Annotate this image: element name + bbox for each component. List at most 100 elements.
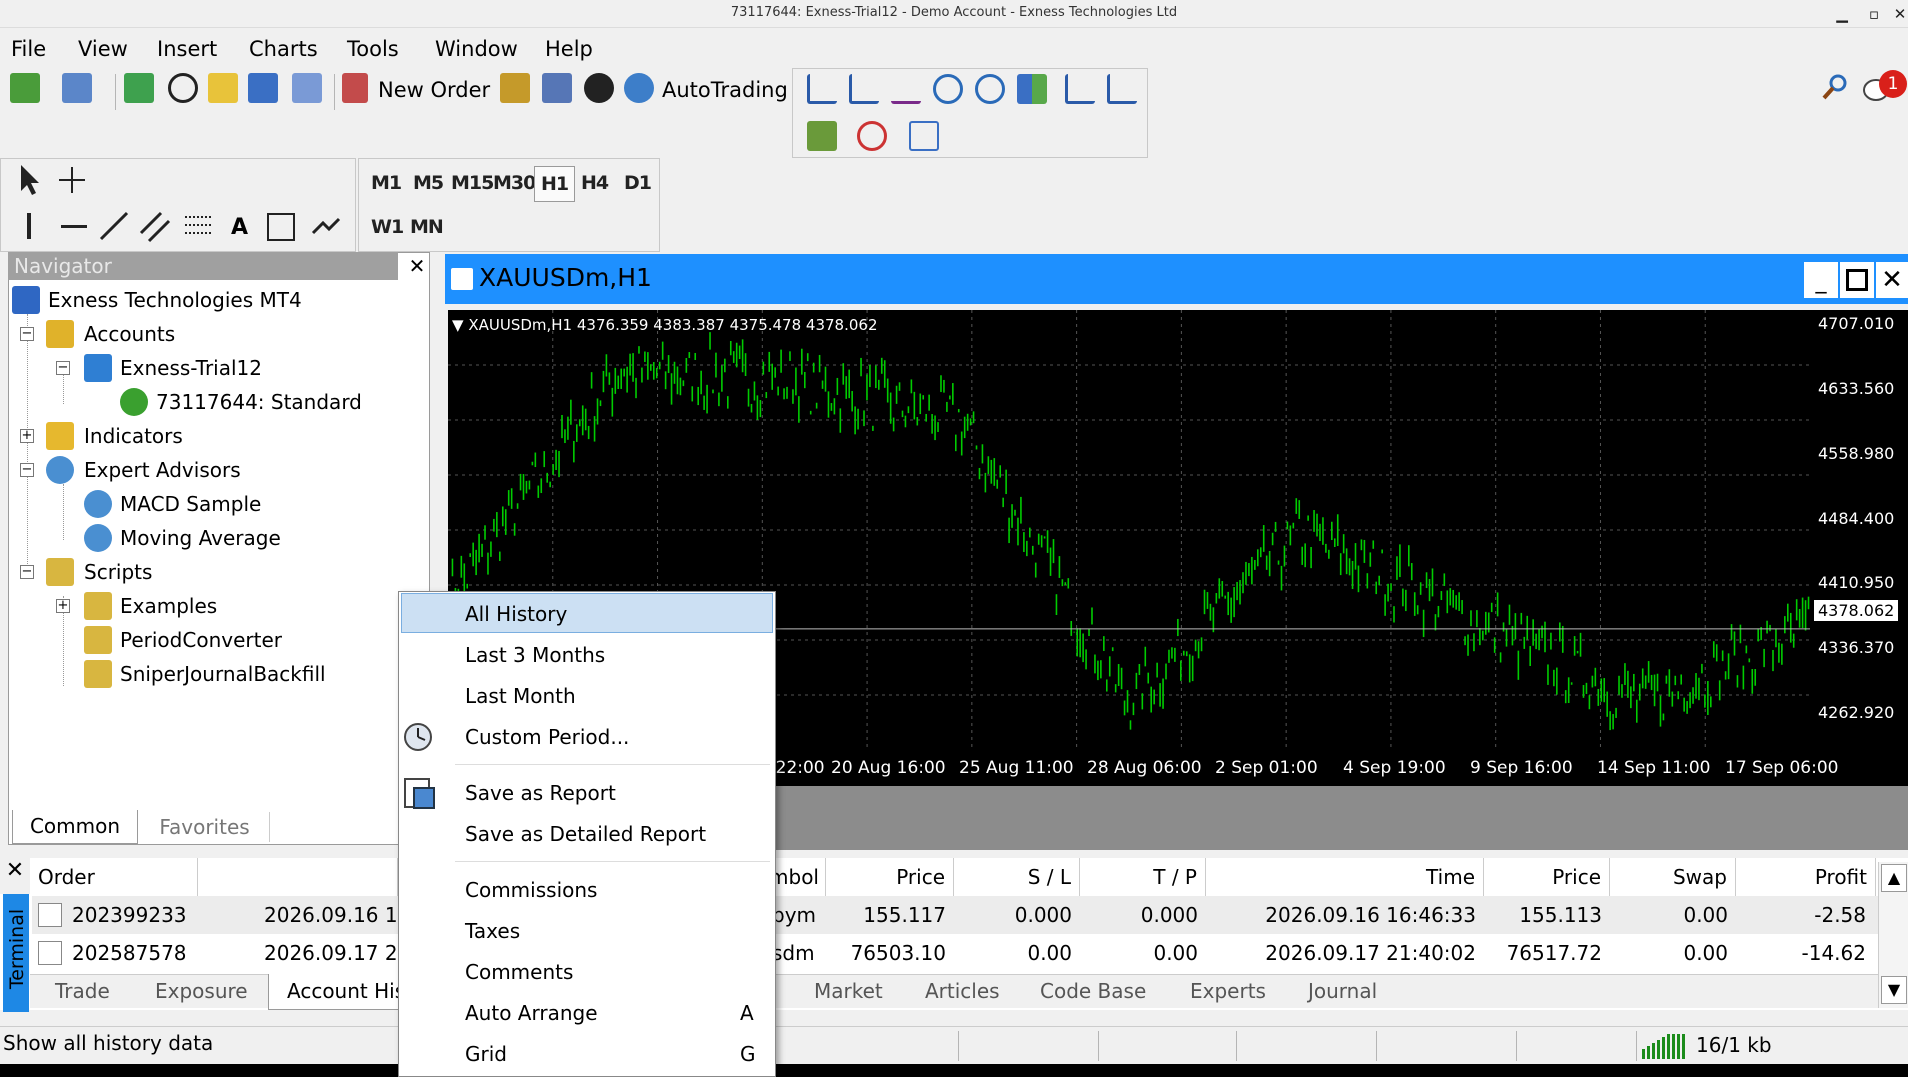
accounts-collapse-icon[interactable]: − [20, 327, 34, 341]
navigator-script-periodconverter[interactable]: PeriodConverter [120, 628, 282, 652]
navigator-scripts[interactable]: Scripts [84, 560, 152, 584]
menu-item-custom-period[interactable]: Custom Period... [465, 725, 629, 749]
navigator-close-icon[interactable]: ✕ [406, 252, 428, 280]
trendline-icon[interactable] [99, 211, 129, 241]
tile-windows-icon[interactable] [1017, 74, 1047, 104]
menu-insert[interactable]: Insert [157, 37, 217, 61]
chart-info-arrow[interactable]: ▼ [452, 316, 464, 334]
tab-trade[interactable]: Trade [55, 979, 110, 1003]
col-tp[interactable]: T / P [1080, 858, 1206, 896]
autotrading-icon[interactable] [624, 73, 654, 103]
terminal-icon[interactable] [248, 73, 278, 103]
tab-market[interactable]: Market [814, 979, 883, 1003]
templates-icon[interactable] [909, 121, 939, 151]
vertical-line-icon[interactable] [27, 213, 31, 239]
tab-code-base[interactable]: Code Base [1040, 979, 1146, 1003]
navigator-expert-ma[interactable]: Moving Average [120, 526, 281, 550]
options-icon[interactable] [542, 73, 572, 103]
navigator-expert-macd[interactable]: MACD Sample [120, 492, 261, 516]
strategy-tester-icon[interactable] [292, 73, 322, 103]
menu-item-save-detailed-report[interactable]: Save as Detailed Report [465, 822, 706, 846]
horizontal-line-icon[interactable] [61, 225, 87, 228]
line-chart-icon[interactable] [891, 74, 921, 104]
navigator-experts[interactable]: Expert Advisors [84, 458, 241, 482]
timeframe-m15[interactable]: M15 [451, 172, 494, 194]
terminal-side-tab[interactable]: Terminal [3, 894, 29, 1012]
chart-maximize-button[interactable] [1840, 262, 1874, 298]
menu-tools[interactable]: Tools [347, 37, 399, 61]
experts-collapse-icon[interactable]: − [20, 463, 34, 477]
menu-item-last-3-months[interactable]: Last 3 Months [465, 643, 605, 667]
cursor-icon[interactable] [17, 163, 41, 197]
navigator-indicators[interactable]: Indicators [84, 424, 183, 448]
server-collapse-icon[interactable]: − [56, 361, 70, 375]
auto-scroll-icon[interactable] [1065, 74, 1095, 104]
menu-item-commissions[interactable]: Commissions [465, 878, 597, 902]
menu-file[interactable]: File [11, 37, 46, 61]
profiles-icon[interactable] [62, 73, 92, 103]
tab-journal[interactable]: Journal [1308, 979, 1377, 1003]
timeframe-d1[interactable]: D1 [624, 172, 652, 194]
table-row[interactable]: 202399233 2026.09.16 16 pym 155.117 0.00… [32, 896, 1878, 934]
search-icon[interactable] [1820, 72, 1850, 102]
col-close-price[interactable]: Price [1484, 858, 1610, 896]
menu-item-taxes[interactable]: Taxes [465, 919, 520, 943]
timeframe-h1[interactable]: H1 [534, 166, 576, 202]
navigator-tab-common[interactable]: Common [12, 810, 138, 844]
timeframe-m30[interactable]: M30 [493, 172, 536, 194]
timeframe-m5[interactable]: M5 [413, 172, 444, 194]
notification-badge[interactable]: 1 [1879, 70, 1907, 98]
examples-expand-icon[interactable]: + [56, 599, 70, 613]
chart-minimize-button[interactable]: _ [1804, 262, 1838, 298]
scripts-collapse-icon[interactable]: − [20, 565, 34, 579]
bar-chart-icon[interactable] [807, 74, 837, 104]
col-price[interactable]: Price [826, 858, 954, 896]
candlestick-icon[interactable] [849, 74, 879, 104]
tab-account-history[interactable]: Account His [268, 974, 408, 1010]
col-profit[interactable]: Profit [1736, 858, 1876, 896]
price-axis[interactable]: 4707.010 4633.560 4558.980 4484.400 4410… [1810, 310, 1908, 750]
timeframe-mn[interactable]: MN [410, 216, 444, 238]
menu-help[interactable]: Help [545, 37, 593, 61]
table-row[interactable]: 202587578 2026.09.17 21 sdm 76503.10 0.0… [32, 934, 1878, 972]
navigator-account[interactable]: 73117644: Standard [156, 390, 362, 414]
zoom-out-icon[interactable] [975, 74, 1005, 104]
menu-item-all-history[interactable]: All History [465, 602, 567, 626]
navigator-server[interactable]: Exness-Trial12 [120, 356, 262, 380]
menu-item-auto-arrange[interactable]: Auto Arrange [465, 1001, 598, 1025]
new-order-icon[interactable] [342, 73, 368, 103]
col-swap[interactable]: Swap [1610, 858, 1736, 896]
menu-view[interactable]: View [78, 37, 128, 61]
menu-item-last-month[interactable]: Last Month [465, 684, 576, 708]
terminal-scrollbar[interactable]: ▲ ▼ [1878, 862, 1908, 1008]
tab-experts[interactable]: Experts [1190, 979, 1266, 1003]
menu-item-save-report[interactable]: Save as Report [465, 781, 616, 805]
indicators-list-icon[interactable] [807, 121, 837, 151]
equidistant-channel-icon[interactable] [139, 211, 171, 243]
timeframe-m1[interactable]: M1 [371, 172, 402, 194]
arrows-icon[interactable] [309, 213, 343, 241]
timeframe-h4[interactable]: H4 [581, 172, 609, 194]
chart-shift-icon[interactable] [1107, 74, 1137, 104]
menu-charts[interactable]: Charts [249, 37, 318, 61]
navigator-icon[interactable] [208, 73, 238, 103]
text-label-icon[interactable] [267, 213, 295, 241]
navigator-tab-favorites[interactable]: Favorites [140, 812, 270, 842]
autotrading-button[interactable]: AutoTrading [662, 78, 788, 102]
text-tool-icon[interactable]: A [231, 215, 248, 240]
terminal-close-icon[interactable]: ✕ [0, 858, 30, 894]
scroll-down-icon[interactable]: ▼ [1881, 976, 1907, 1004]
maximize-button[interactable]: ▫ [1862, 2, 1886, 26]
fibonacci-icon[interactable] [183, 213, 213, 241]
menu-item-grid[interactable]: Grid [465, 1042, 507, 1066]
navigator-script-sniper[interactable]: SniperJournalBackfill [120, 662, 326, 686]
menu-window[interactable]: Window [435, 37, 518, 61]
col-order[interactable]: Order [32, 858, 198, 896]
metaeditor-icon[interactable] [500, 73, 530, 103]
navigator-root[interactable]: Exness Technologies MT4 [48, 288, 302, 312]
indicators-expand-icon[interactable]: + [20, 429, 34, 443]
navigator-script-examples[interactable]: Examples [120, 594, 217, 618]
col-time[interactable]: Time [1206, 858, 1484, 896]
close-button[interactable]: ✕ [1888, 2, 1908, 26]
new-order-button[interactable]: New Order [378, 78, 490, 102]
